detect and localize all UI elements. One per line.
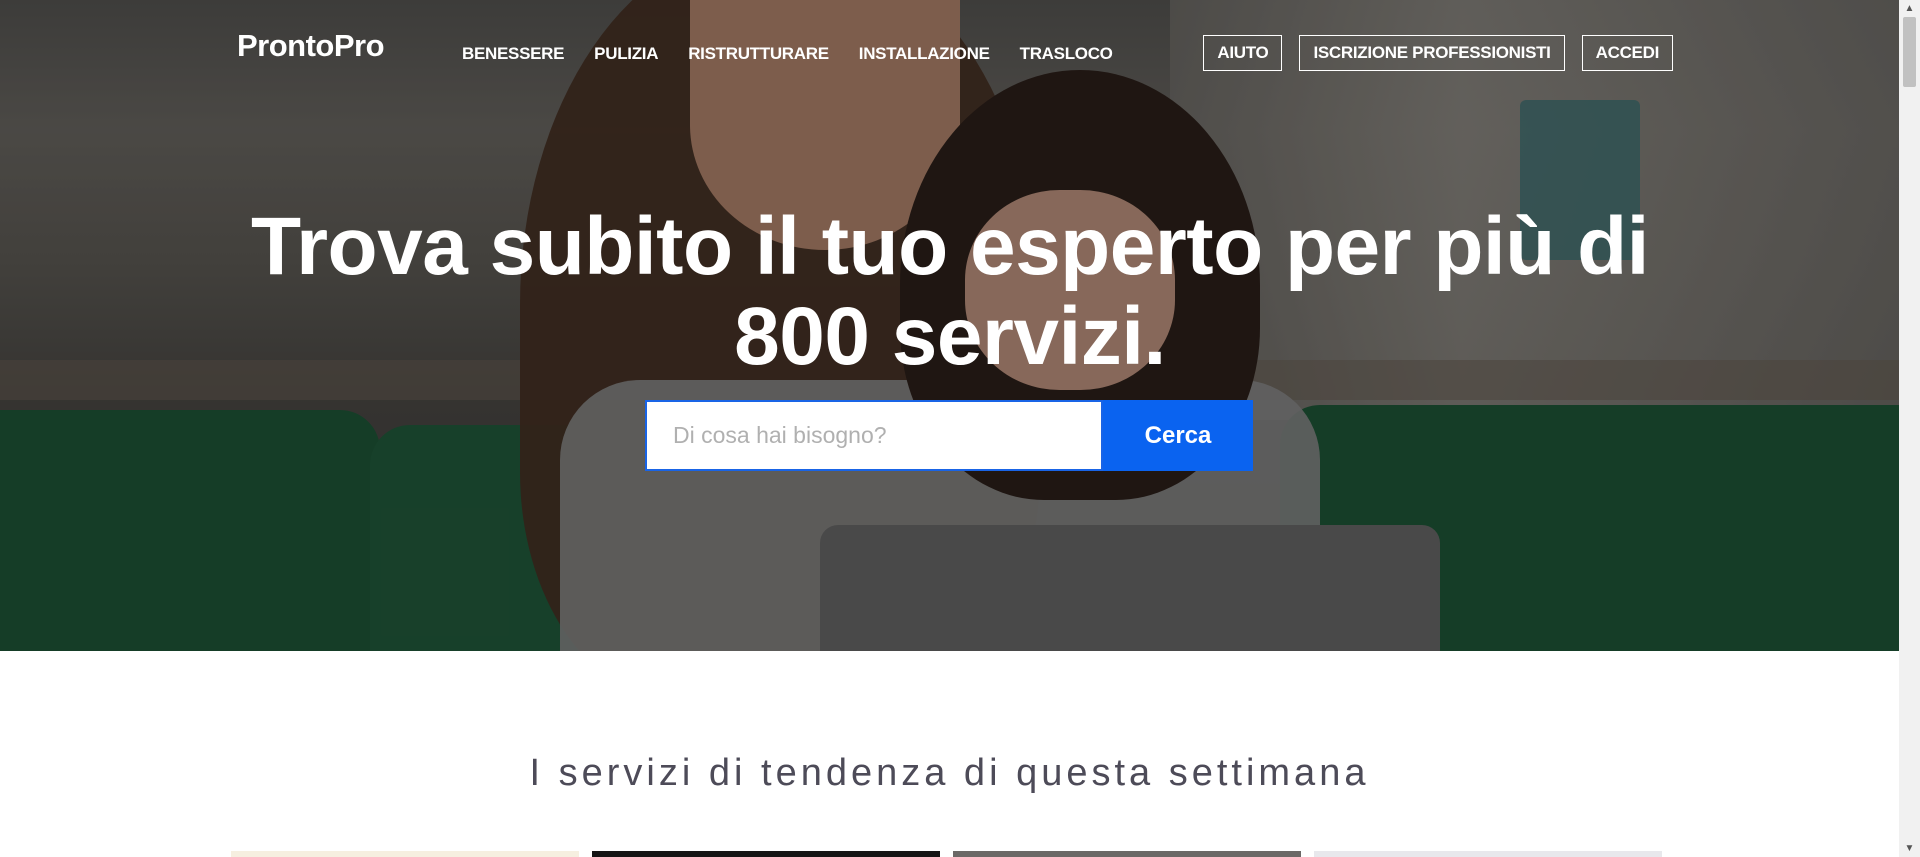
nav-item-ristrutturare[interactable]: RISTRUTTURARE bbox=[688, 44, 829, 64]
page: ProntoPro BENESSERE PULIZIA RISTRUTTURAR… bbox=[0, 0, 1899, 857]
main-nav: BENESSERE PULIZIA RISTRUTTURARE INSTALLA… bbox=[462, 44, 1113, 64]
scrollbar-thumb[interactable] bbox=[1903, 17, 1916, 87]
login-button[interactable]: ACCEDI bbox=[1581, 35, 1673, 71]
help-button[interactable]: AIUTO bbox=[1203, 35, 1283, 71]
nav-item-pulizia[interactable]: PULIZIA bbox=[594, 44, 658, 64]
trending-card[interactable] bbox=[1314, 851, 1662, 857]
professional-signup-button[interactable]: ISCRIZIONE PROFESSIONISTI bbox=[1299, 35, 1565, 71]
hero-section: ProntoPro BENESSERE PULIZIA RISTRUTTURAR… bbox=[0, 0, 1899, 651]
nav-item-installazione[interactable]: INSTALLAZIONE bbox=[859, 44, 990, 64]
search-input[interactable] bbox=[645, 400, 1103, 471]
triangle-down-icon[interactable]: ▼ bbox=[1899, 840, 1920, 857]
trending-section-title: I servizi di tendenza di questa settiman… bbox=[529, 752, 1370, 794]
page-scrollbar[interactable]: ▲ ▼ bbox=[1899, 0, 1920, 857]
hero-headline: Trova subito il tuo esperto per più di 8… bbox=[251, 201, 1649, 382]
trending-card[interactable] bbox=[953, 851, 1301, 857]
header-actions: AIUTO ISCRIZIONE PROFESSIONISTI ACCEDI bbox=[1203, 35, 1673, 71]
trending-card[interactable] bbox=[231, 851, 579, 857]
search-button[interactable]: Cerca bbox=[1103, 400, 1253, 471]
nav-item-benessere[interactable]: BENESSERE bbox=[462, 44, 564, 64]
trending-cards bbox=[231, 851, 1662, 857]
trending-card[interactable] bbox=[592, 851, 940, 857]
nav-item-trasloco[interactable]: TRASLOCO bbox=[1020, 44, 1113, 64]
site-logo[interactable]: ProntoPro bbox=[237, 28, 385, 64]
search-bar: Cerca bbox=[645, 400, 1253, 471]
triangle-up-icon[interactable]: ▲ bbox=[1899, 0, 1920, 17]
